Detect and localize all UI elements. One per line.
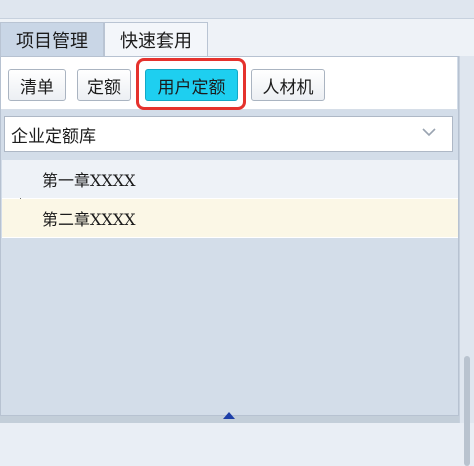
scrollbar-thumb[interactable] — [464, 356, 470, 466]
tab-project-management[interactable]: 项目管理 — [0, 22, 104, 57]
bill-button-label: 清单 — [20, 77, 54, 98]
quota-button[interactable]: 定额 — [77, 69, 131, 101]
top-bar — [0, 0, 474, 19]
vertical-scrollbar[interactable] — [459, 56, 474, 466]
chapter-tree: 第一章XXXX 第二章XXXX — [2, 160, 458, 238]
quota-button-label: 定额 — [87, 77, 121, 98]
chevron-down-icon — [422, 128, 436, 137]
quota-library-select-value: 企业定额库 — [11, 126, 96, 147]
bill-button[interactable]: 清单 — [8, 69, 66, 101]
labor-material-machine-button-label: 人材机 — [262, 77, 314, 98]
tab-quick-apply[interactable]: 快速套用 — [104, 22, 208, 57]
tab-project-management-label: 项目管理 — [16, 31, 88, 52]
tree-item[interactable]: 第一章XXXX — [2, 160, 458, 198]
tree-item-label: 第一章XXXX — [42, 171, 136, 190]
labor-material-machine-button[interactable]: 人材机 — [251, 69, 325, 101]
collapse-up-icon[interactable] — [223, 412, 235, 419]
tab-quick-apply-label: 快速套用 — [120, 31, 192, 52]
quota-library-select[interactable]: 企业定额库 — [4, 116, 453, 152]
user-quota-button-label: 用户定额 — [157, 77, 226, 98]
user-quota-button[interactable]: 用户定额 — [145, 69, 238, 101]
tree-item[interactable]: 第二章XXXX — [2, 199, 458, 237]
tree-item-label: 第二章XXXX — [42, 210, 136, 229]
